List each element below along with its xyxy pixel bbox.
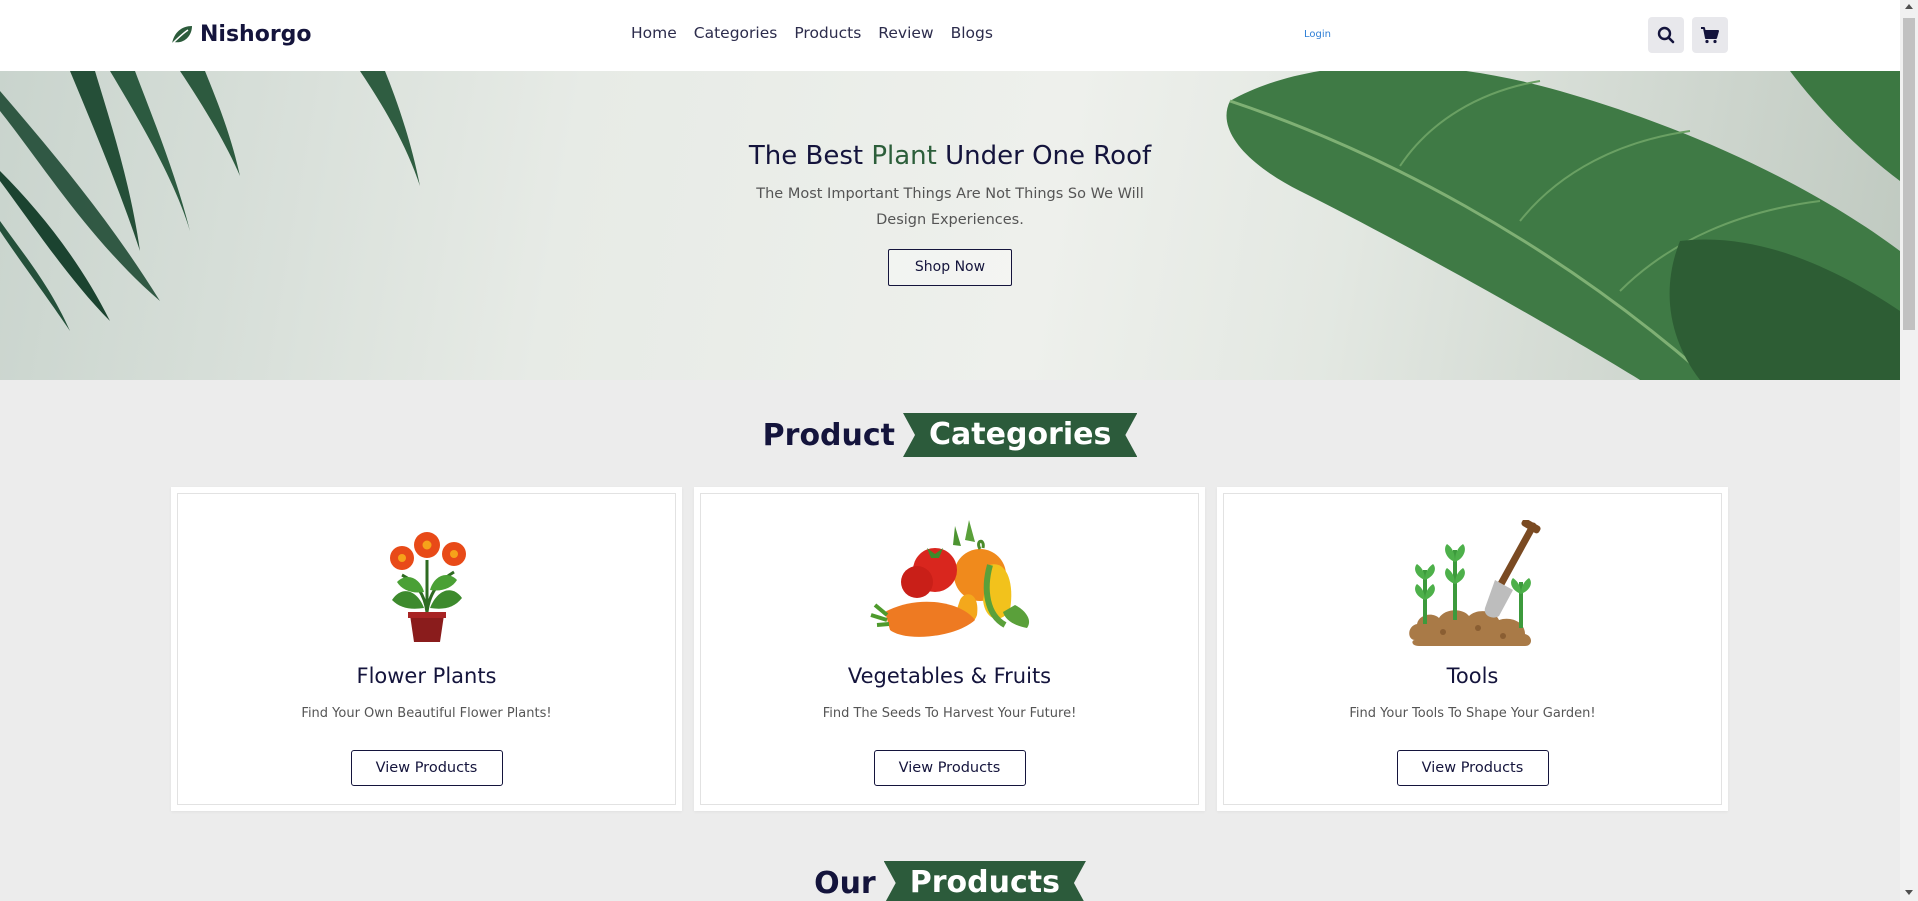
cart-button[interactable] xyxy=(1692,17,1728,53)
categories-heading-ribbon: Categories xyxy=(903,413,1137,457)
category-card-inner: Vegetables & Fruits Find The Seeds To Ha… xyxy=(700,493,1199,805)
category-card-tools: Tools Find Your Tools To Shape Your Gard… xyxy=(1217,487,1728,811)
hero-title-start: The Best xyxy=(748,141,872,171)
nav-categories[interactable]: Categories xyxy=(694,24,778,42)
category-description: Find Your Tools To Shape Your Garden! xyxy=(1349,706,1596,721)
vegetables-icon xyxy=(869,520,1029,637)
nav-home[interactable]: Home xyxy=(631,24,677,42)
category-card-flower: Flower Plants Find Your Own Beautiful Fl… xyxy=(171,487,682,811)
shovel-plants-icon xyxy=(1408,520,1541,646)
search-icon xyxy=(1657,26,1675,44)
leaf-icon xyxy=(171,25,192,45)
view-products-button[interactable]: View Products xyxy=(1396,750,1549,786)
scroll-up-arrow-icon[interactable] xyxy=(1905,4,1913,9)
view-products-button[interactable]: View Products xyxy=(350,750,503,786)
hero-content: The Best Plant Under One Roof The Most I… xyxy=(0,141,1900,286)
products-heading-ribbon: Products xyxy=(884,861,1086,901)
category-title: Tools xyxy=(1446,664,1499,688)
search-button[interactable] xyxy=(1648,17,1684,53)
hero-title: The Best Plant Under One Roof xyxy=(0,141,1900,171)
products-heading-plain: Our xyxy=(814,865,876,901)
category-title: Vegetables & Fruits xyxy=(847,664,1052,688)
brand-logo[interactable]: Nishorgo xyxy=(170,22,312,47)
categories-heading-plain: Product xyxy=(762,417,896,453)
nav-review[interactable]: Review xyxy=(878,24,933,42)
products-heading: Our Products xyxy=(0,861,1900,901)
cart-icon xyxy=(1701,27,1719,44)
hero-banner: The Best Plant Under One Roof The Most I… xyxy=(0,71,1900,380)
hero-title-accent: Plant xyxy=(871,141,937,171)
flower-pot-icon xyxy=(389,532,466,642)
page-scrollbar[interactable] xyxy=(1900,0,1918,901)
category-card-vegetables: Vegetables & Fruits Find The Seeds To Ha… xyxy=(694,487,1205,811)
category-description: Find The Seeds To Harvest Your Future! xyxy=(822,706,1077,721)
scrollbar-thumb[interactable] xyxy=(1903,18,1915,330)
site-header: Nishorgo Home Categories Products Review… xyxy=(0,0,1900,71)
nav-blogs[interactable]: Blogs xyxy=(951,24,993,42)
brand-name: Nishorgo xyxy=(200,22,312,47)
category-card-inner: Tools Find Your Tools To Shape Your Gard… xyxy=(1223,493,1722,805)
main-nav: Home Categories Products Review Blogs xyxy=(631,24,993,42)
scroll-down-arrow-icon[interactable] xyxy=(1905,890,1913,895)
view-products-button[interactable]: View Products xyxy=(873,750,1026,786)
category-card-inner: Flower Plants Find Your Own Beautiful Fl… xyxy=(177,493,676,805)
category-description: Find Your Own Beautiful Flower Plants! xyxy=(301,706,552,721)
login-link[interactable]: Login xyxy=(1304,29,1331,40)
category-title: Flower Plants xyxy=(356,664,497,688)
hero-subtitle: The Most Important Things Are Not Things… xyxy=(756,186,1144,228)
nav-products[interactable]: Products xyxy=(794,24,861,42)
category-cards: Flower Plants Find Your Own Beautiful Fl… xyxy=(171,487,1728,811)
hero-title-end: Under One Roof xyxy=(936,141,1152,171)
shop-now-button[interactable]: Shop Now xyxy=(888,249,1012,286)
categories-heading: Product Categories xyxy=(0,413,1900,457)
